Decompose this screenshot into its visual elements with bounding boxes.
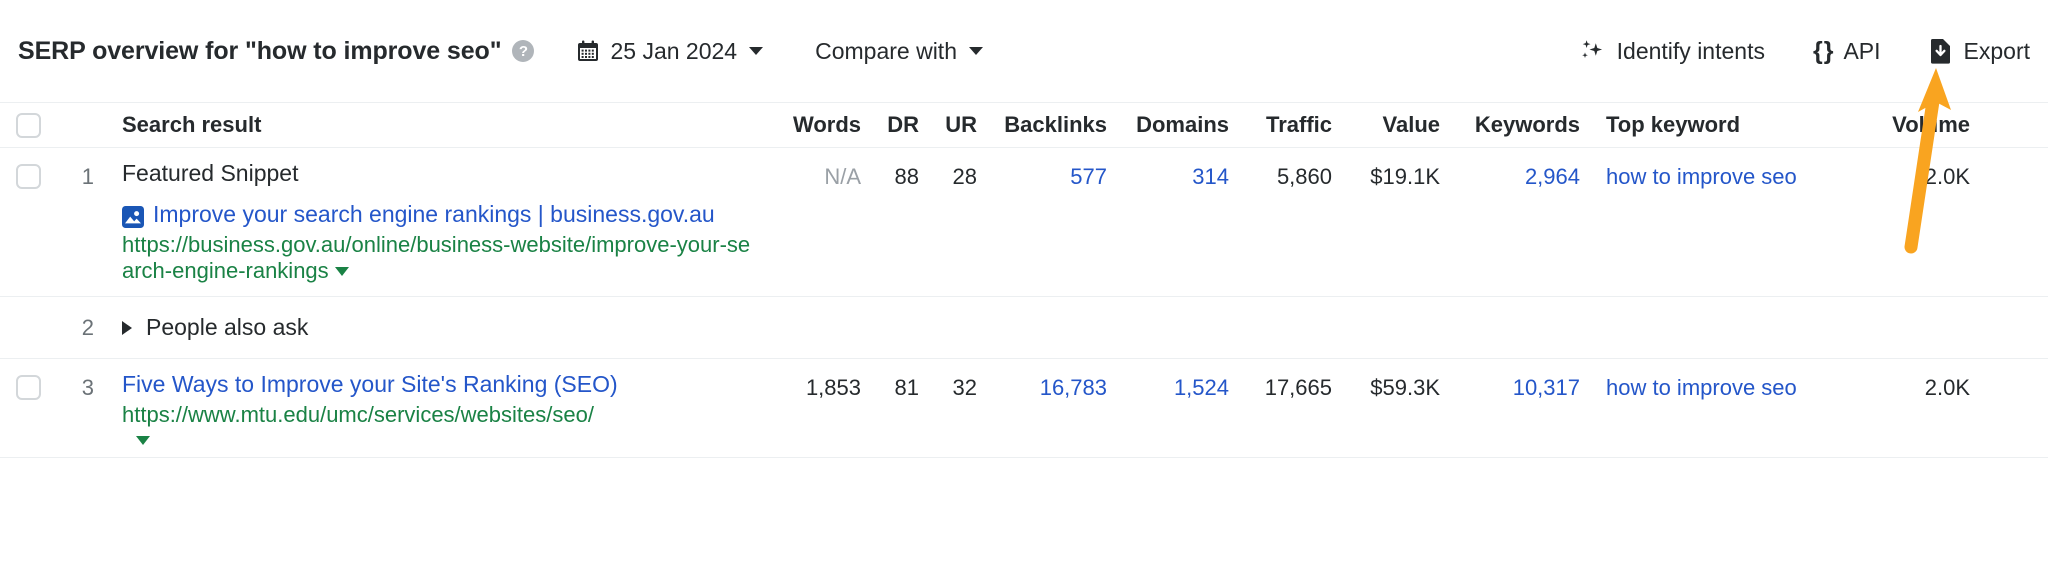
traffic-header[interactable]: Traffic (1229, 112, 1332, 138)
cell-ur: 28 (952, 164, 977, 189)
cell-keywords[interactable]: 10,317 (1440, 359, 1580, 401)
sparkle-icon (1579, 38, 1605, 64)
result-title-line: Improve your search engine rankings | bu… (122, 201, 757, 228)
table-row: 2 People also ask (0, 297, 2048, 360)
keywords-header[interactable]: Keywords (1440, 112, 1580, 138)
cell-volume: 2.0K (1924, 164, 1970, 189)
search-result-header[interactable]: Search result (94, 112, 757, 138)
row-search-result: Five Ways to Improve your Site's Ranking… (94, 359, 757, 457)
cell-dr: 81 (894, 375, 919, 401)
chevron-down-icon[interactable] (334, 267, 349, 277)
date-range-label: 25 Jan 2024 (610, 37, 738, 64)
calendar-icon (576, 39, 600, 63)
identify-intents-button[interactable]: Identify intents (1579, 38, 1765, 65)
row-select-cell (0, 148, 56, 189)
compare-with-label: Compare with (815, 37, 957, 64)
serp-feature-label: People also ask (146, 314, 309, 341)
page-title: SERP overview for "how to improve seo" (18, 36, 502, 65)
row-checkbox[interactable] (15, 375, 41, 401)
row-position: 3 (81, 375, 94, 401)
result-url[interactable]: https://www.mtu.edu/umc/services/website… (122, 402, 757, 446)
image-placeholder-icon (122, 201, 144, 228)
export-button[interactable]: Export (1929, 38, 2030, 65)
compare-with-dropdown[interactable]: Compare with (815, 38, 983, 65)
expand-triangle-icon[interactable] (122, 320, 132, 335)
result-title-line: Five Ways to Improve your Site's Ranking… (122, 371, 757, 398)
result-url-text: https://business.gov.au/online/business-… (122, 232, 751, 284)
chevron-down-icon[interactable] (136, 436, 150, 446)
header-actions-group: Identify intents { } API Export (1579, 38, 2030, 65)
cell-domains[interactable]: 314 (1107, 148, 1229, 190)
ur-header[interactable]: UR (919, 112, 977, 138)
domains-header[interactable]: Domains (1107, 112, 1229, 138)
export-label: Export (1963, 37, 2030, 64)
cell-dr: 88 (894, 164, 919, 189)
table-header-row: Search result Words DR UR Backlinks Doma… (0, 102, 2048, 148)
api-button[interactable]: { } API (1813, 38, 1881, 65)
row-search-result: Featured Snippet Improve your search eng… (94, 148, 757, 296)
curly-braces-icon: { } (1812, 36, 1834, 65)
people-also-ask-toggle[interactable]: People also ask (122, 314, 757, 341)
serp-overview-page: SERP overview for "how to improve seo" ? (0, 0, 2048, 581)
result-title-link[interactable]: Five Ways to Improve your Site's Ranking… (122, 371, 618, 398)
top-keyword-header[interactable]: Top keyword (1580, 112, 1868, 138)
cell-backlinks[interactable]: 577 (977, 148, 1107, 190)
row-select-cell (0, 359, 56, 401)
cell-words: N/A (824, 164, 861, 189)
api-label: API (1843, 37, 1881, 64)
table-row: 1 Featured Snippet Improve your search e… (0, 148, 2048, 298)
date-picker[interactable]: 25 Jan 2024 (576, 37, 764, 65)
serp-results-table: Search result Words DR UR Backlinks Doma… (0, 102, 2048, 459)
cell-ur: 32 (952, 375, 977, 401)
words-header[interactable]: Words (757, 112, 861, 138)
row-checkbox[interactable] (15, 164, 41, 189)
search-result-header-label: Search result (122, 112, 262, 137)
cell-top-keyword[interactable]: how to improve seo (1580, 359, 1868, 401)
result-title-link[interactable]: Improve your search engine rankings | bu… (153, 201, 715, 228)
cell-value: $19.1K (1370, 164, 1440, 189)
cell-backlinks[interactable]: 16,783 (977, 359, 1107, 401)
table-row: 3 Five Ways to Improve your Site's Ranki… (0, 359, 2048, 459)
row-search-result: People also ask (94, 314, 757, 341)
row-position: 1 (81, 164, 94, 189)
cell-domains[interactable]: 1,524 (1107, 359, 1229, 401)
dr-header[interactable]: DR (861, 112, 919, 138)
value-header[interactable]: Value (1332, 112, 1440, 138)
page-header: SERP overview for "how to improve seo" ? (0, 0, 2048, 102)
row-position: 2 (81, 314, 94, 340)
volume-header[interactable]: Volume (1868, 112, 1992, 138)
cell-traffic: 17,665 (1264, 375, 1332, 401)
cell-value: $59.3K (1370, 375, 1440, 401)
identify-intents-label: Identify intents (1616, 37, 1765, 64)
result-url[interactable]: https://business.gov.au/online/business-… (122, 232, 757, 284)
select-all-checkbox[interactable] (15, 112, 41, 138)
cell-volume: 2.0K (1924, 375, 1970, 401)
chevron-down-icon (749, 47, 764, 55)
result-url-text: https://www.mtu.edu/umc/services/website… (122, 402, 594, 428)
header-left-group: SERP overview for "how to improve seo" ? (18, 37, 983, 66)
chevron-down-icon (968, 47, 983, 55)
backlinks-header[interactable]: Backlinks (977, 112, 1107, 138)
serp-feature-label: Featured Snippet (122, 160, 299, 186)
cell-words: 1,853 (805, 375, 861, 401)
help-circle-icon[interactable]: ? (512, 40, 535, 62)
select-all-cell (0, 112, 56, 138)
download-file-icon (1929, 38, 1952, 64)
cell-keywords[interactable]: 2,964 (1440, 148, 1580, 190)
cell-top-keyword[interactable]: how to improve seo (1580, 148, 1868, 190)
cell-traffic: 5,860 (1276, 164, 1332, 189)
